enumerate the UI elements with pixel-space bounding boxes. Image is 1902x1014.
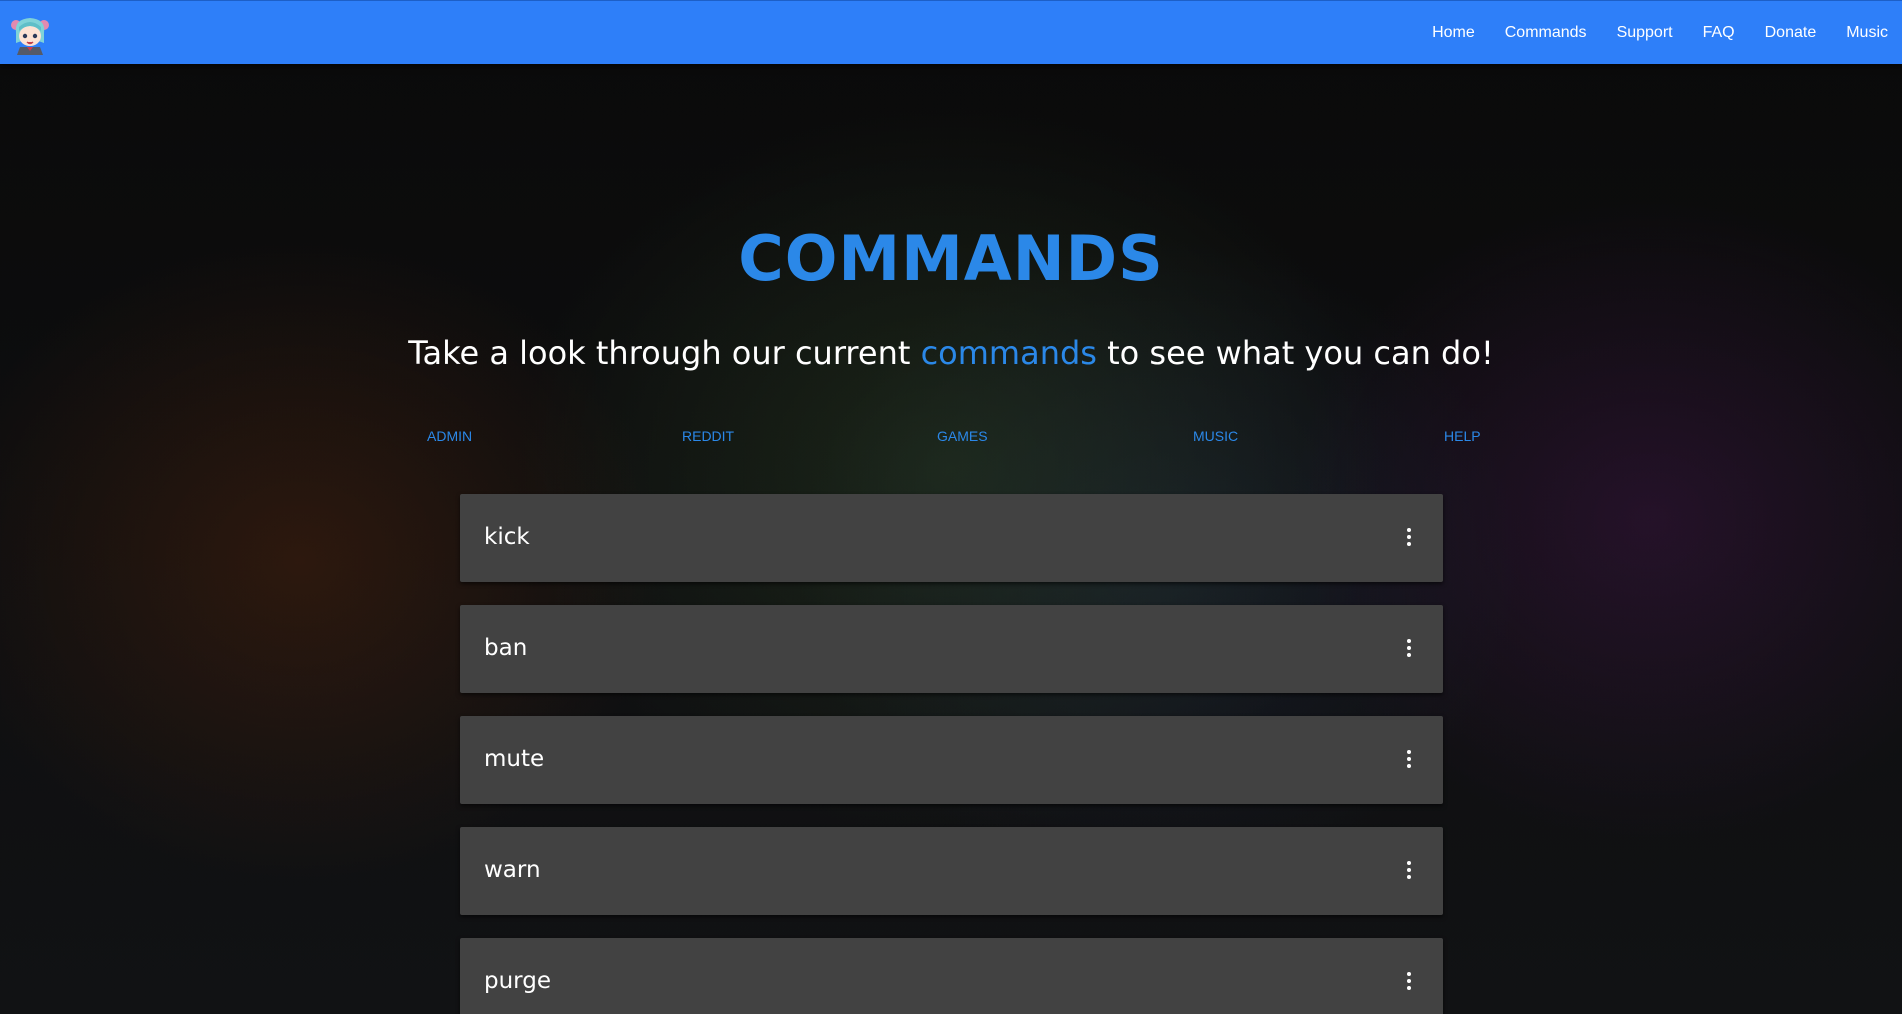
tab-help[interactable]: HELP [1444, 428, 1481, 444]
nav-link-music[interactable]: Music [1846, 24, 1888, 42]
subtitle-text-after: to see what you can do! [1096, 334, 1494, 372]
more-vertical-icon[interactable] [1406, 750, 1412, 770]
category-tabs: ADMIN REDDIT GAMES MUSIC HELP [0, 428, 1902, 448]
more-vertical-icon[interactable] [1406, 972, 1412, 992]
command-item-warn[interactable]: warn [460, 827, 1443, 915]
command-item-purge[interactable]: purge [460, 938, 1443, 1014]
top-navbar: Home Commands Support FAQ Donate Music [0, 0, 1902, 64]
more-vertical-icon[interactable] [1406, 528, 1412, 548]
page-subtitle: Take a look through our current commands… [0, 334, 1902, 372]
subtitle-text-before: Take a look through our current [408, 334, 921, 372]
tab-admin[interactable]: ADMIN [427, 428, 472, 444]
tab-reddit[interactable]: REDDIT [682, 428, 734, 444]
command-item-kick[interactable]: kick [460, 494, 1443, 582]
page-title: COMMANDS [738, 222, 1164, 295]
anime-mascot-logo-icon[interactable] [10, 13, 50, 55]
command-name: ban [484, 635, 528, 661]
tab-music[interactable]: MUSIC [1193, 428, 1238, 444]
subtitle-highlight: commands [920, 334, 1097, 372]
command-item-mute[interactable]: mute [460, 716, 1443, 804]
tab-games[interactable]: GAMES [937, 428, 988, 444]
nav-link-donate[interactable]: Donate [1765, 24, 1817, 42]
command-name: mute [484, 746, 545, 772]
command-list: kick ban mute warn purge [460, 494, 1443, 1014]
nav-link-faq[interactable]: FAQ [1703, 24, 1735, 42]
nav-link-support[interactable]: Support [1617, 24, 1673, 42]
nav-link-home[interactable]: Home [1432, 24, 1475, 42]
command-name: warn [484, 857, 541, 883]
command-item-ban[interactable]: ban [460, 605, 1443, 693]
nav-links: Home Commands Support FAQ Donate Music [1402, 1, 1888, 65]
command-name: purge [484, 968, 551, 994]
more-vertical-icon[interactable] [1406, 639, 1412, 659]
command-name: kick [484, 524, 530, 550]
nav-link-commands[interactable]: Commands [1505, 24, 1587, 42]
more-vertical-icon[interactable] [1406, 861, 1412, 881]
